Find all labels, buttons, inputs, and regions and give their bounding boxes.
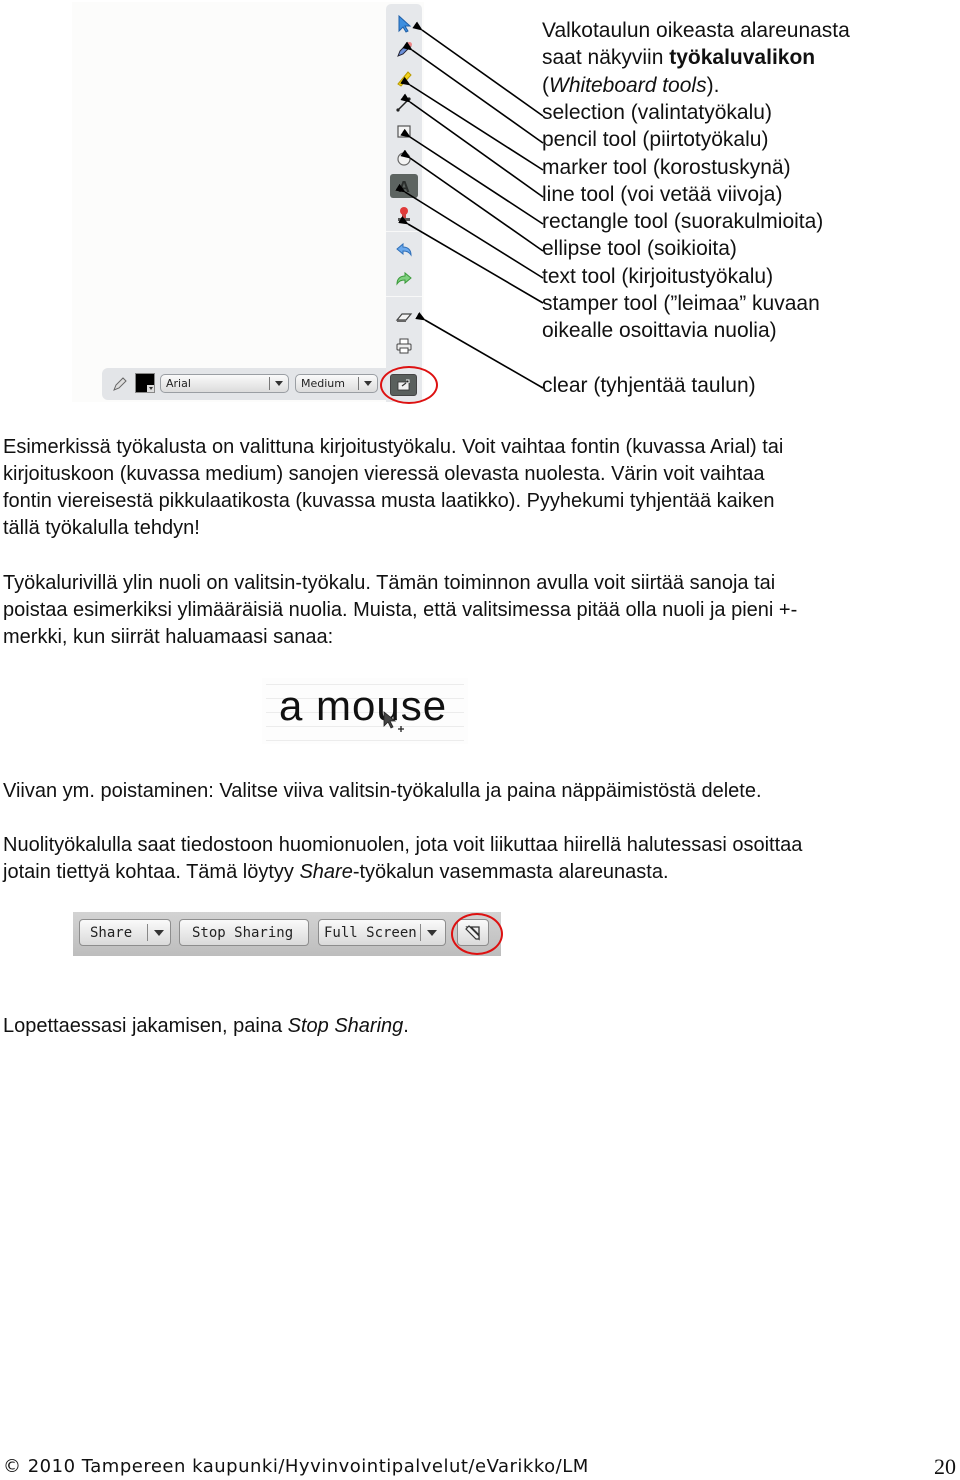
- button-divider: [420, 924, 421, 941]
- paragraph-4-line-1: Nuolityökalulla saat tiedostoon huomionu…: [3, 834, 803, 856]
- share-button[interactable]: Share: [79, 919, 171, 946]
- paragraph-3: Viivan ym. poistaminen: Valitse viiva va…: [3, 780, 762, 802]
- stop-sharing-label: Stop Sharing: [192, 925, 294, 941]
- paragraph-4-line-2: jotain tiettyä kohtaa. Tämä löytyy Share…: [3, 859, 669, 886]
- highlight-ring: [451, 913, 503, 955]
- callout-rectangle: rectangle tool (suorakulmioita): [542, 210, 824, 233]
- intro-line-3: (Whiteboard tools).: [542, 72, 719, 99]
- share-label: Share: [90, 925, 133, 941]
- chevron-down-icon[interactable]: [154, 930, 164, 936]
- intro-italic-term: Whiteboard tools: [549, 74, 707, 97]
- callout-ellipse: ellipse tool (soikioita): [542, 237, 737, 260]
- paragraph-2-line-2: poistaa esimerkiksi ylimääräisiä nuolia.…: [3, 599, 798, 621]
- share-term: Share: [299, 861, 353, 883]
- intro-text: saat näkyviin: [542, 46, 670, 69]
- paragraph-1-line-4: tällä työkalulla tehdyn!: [3, 517, 200, 539]
- move-cursor-icon: [383, 711, 404, 732]
- text-span: jotain tiettyä kohtaa. Tämä löytyy: [3, 861, 300, 883]
- text-span: .: [403, 1015, 409, 1037]
- button-divider: [147, 924, 148, 941]
- callout-selection: selection (valintatyökalu): [542, 101, 772, 124]
- text-span: -työkalun vasemmasta alareunasta.: [352, 861, 669, 883]
- page-number: 20: [934, 1454, 956, 1479]
- paragraph-2-line-1: Työkalurivillä ylin nuoli on valitsin-ty…: [3, 572, 776, 594]
- callout-stamper-cont: oikealle osoittavia nuolia): [542, 319, 777, 342]
- arrow-marker: [400, 76, 544, 171]
- text-span: Lopettaessasi jakamisen, paina: [3, 1015, 288, 1037]
- full-screen-label: Full Screen: [324, 925, 417, 941]
- paragraph-1-line-3: fontin viereisestä pikkulaatikosta (kuva…: [3, 490, 775, 512]
- chevron-down-icon[interactable]: [427, 930, 437, 936]
- paragraph-5: Lopettaessasi jakamisen, paina Stop Shar…: [3, 1013, 409, 1040]
- callout-text: text tool (kirjoitustyökalu): [542, 265, 774, 288]
- ruled-line: [266, 740, 464, 741]
- stop-sharing-button[interactable]: Stop Sharing: [179, 919, 309, 946]
- callout-line: line tool (voi vetää viivoja): [542, 183, 783, 206]
- intro-line-2: saat näkyviin työkaluvalikon: [542, 44, 815, 71]
- paren-close: ).: [706, 74, 720, 97]
- paren-open: (: [542, 74, 549, 97]
- stop-sharing-term: Stop Sharing: [287, 1015, 404, 1037]
- callout-stamper: stamper tool (”leimaa” kuvaan: [542, 292, 820, 315]
- paragraph-1-line-2: kirjoituskoon (kuvassa medium) sanojen v…: [3, 463, 765, 485]
- paragraph-2-line-3: merkki, kun siirrät haluamaasi sanaa:: [3, 626, 334, 648]
- full-screen-button[interactable]: Full Screen: [318, 919, 446, 946]
- callout-marker: marker tool (korostuskynä): [542, 156, 791, 179]
- callout-pencil: pencil tool (piirtotyökalu): [542, 128, 769, 151]
- mouse-example-image: a mouse: [262, 678, 468, 744]
- arrow-clear: [415, 312, 544, 389]
- footer-copyright: © 2010 Tampereen kaupunki/Hyvinvointipal…: [3, 1456, 589, 1477]
- intro-bold-term: työkaluvalikon: [669, 46, 816, 69]
- callout-clear: clear (tyhjentää taulun): [542, 374, 756, 397]
- intro-line-1: Valkotaulun oikeasta alareunasta: [542, 19, 850, 42]
- paragraph-1-line-1: Esimerkissä työkalusta on valittuna kirj…: [3, 436, 784, 458]
- share-toolbar: Share Stop Sharing Full Screen: [73, 912, 501, 956]
- arrow-selection: [412, 21, 544, 117]
- example-word: a mouse: [279, 682, 448, 729]
